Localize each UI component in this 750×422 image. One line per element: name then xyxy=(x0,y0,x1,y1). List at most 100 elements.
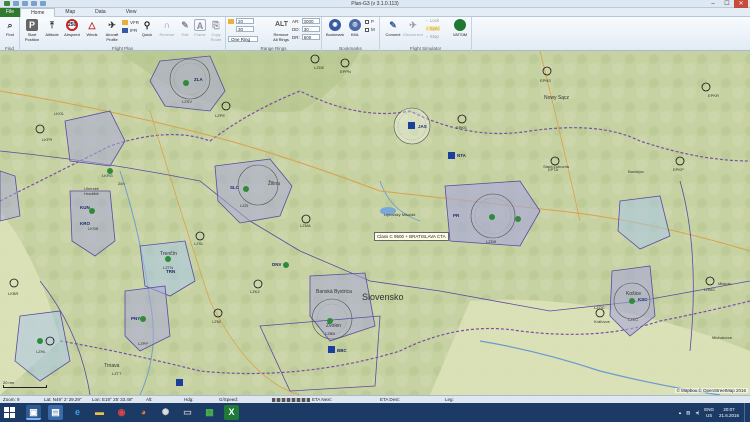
copy-route-button[interactable]: ⎘ Copy Route xyxy=(206,19,226,42)
lang-region: US xyxy=(705,412,713,418)
taskbar-app-explorer[interactable]: ▬ xyxy=(92,405,107,420)
lock-label: Lock xyxy=(429,18,440,23)
airport-code: LZDE xyxy=(314,65,325,70)
dd-input[interactable]: 30 xyxy=(301,26,320,32)
airport-code: LKSB xyxy=(88,226,99,231)
airport-icon[interactable] xyxy=(489,214,495,220)
zoom-readout[interactable]: Zoom: 9 xyxy=(3,396,20,403)
airport-code: EPKR xyxy=(708,93,719,98)
vor-icon-bbc[interactable] xyxy=(328,346,335,353)
sync-icon: ▫ xyxy=(426,26,428,31)
tab-data[interactable]: Data xyxy=(85,8,116,17)
quick-button[interactable]: ⚲ Quick xyxy=(137,19,157,37)
airport-icon[interactable] xyxy=(629,298,635,304)
ring-distance-1[interactable]: 20 xyxy=(228,18,254,24)
vor-icon-jas[interactable] xyxy=(408,122,415,129)
taskbar-app-excel[interactable]: X xyxy=(224,405,239,420)
volume-icon[interactable]: ◂) xyxy=(695,410,699,416)
taskbar-app-photos[interactable]: ▦ xyxy=(202,405,217,420)
vatsim-button[interactable]: VATSIM xyxy=(450,19,470,37)
airport-icon[interactable] xyxy=(89,208,95,214)
airport-icon[interactable] xyxy=(283,262,289,268)
firefox-icon: ◕ xyxy=(140,407,147,417)
check-p[interactable]: P xyxy=(365,19,374,24)
taskbar-app-plang[interactable]: ▣ xyxy=(26,405,41,420)
reverse-icon: ∩ xyxy=(163,20,171,30)
dr-label: DR: xyxy=(292,34,300,40)
network-icon[interactable]: ▥ xyxy=(686,410,690,416)
dr-input[interactable]: 600 xyxy=(301,34,320,40)
taskbar-app-save[interactable]: ▤ xyxy=(48,405,63,420)
bookmark-button[interactable]: ◉ Bookmark xyxy=(325,19,345,37)
tab-map[interactable]: Map xyxy=(55,8,85,17)
globe-icon: ◉ xyxy=(329,19,341,31)
check-m-box[interactable] xyxy=(365,27,369,32)
clock[interactable]: 20:07 21.6.2016 xyxy=(719,407,739,419)
city-label: Michalovce xyxy=(712,335,733,340)
altitude-button[interactable]: ⤒ Altitude xyxy=(42,19,62,37)
airport-icon[interactable] xyxy=(183,80,189,86)
start-position-button[interactable]: P Start Position xyxy=(22,19,42,42)
close-button[interactable]: ✕ xyxy=(734,0,748,8)
taskbar-app-ie[interactable]: e xyxy=(70,405,85,420)
ar-input[interactable]: 3000 xyxy=(301,18,320,24)
show-desktop-button[interactable] xyxy=(744,403,748,422)
ring-spacer xyxy=(228,27,234,32)
winds-button[interactable]: △ Winds xyxy=(82,19,102,37)
airspace-label: NTA xyxy=(457,153,466,158)
sync-option[interactable]: ▫ Sync xyxy=(426,26,440,31)
kml-label: KML xyxy=(350,32,360,37)
find-button[interactable]: ⌕ Find xyxy=(0,19,20,37)
map-view[interactable]: Slovensko Nowy Sącz Žilina Trenčín Bansk… xyxy=(0,51,750,395)
scale-bar-line xyxy=(3,385,47,388)
vor-icon-south[interactable] xyxy=(176,379,183,386)
tab-file[interactable]: File xyxy=(0,8,21,17)
taskbar-app-settings[interactable]: ✺ xyxy=(158,405,173,420)
aircraft-profile-button[interactable]: ✈ Aircraft Profile xyxy=(102,19,122,42)
ifr-toggle[interactable]: IFR xyxy=(122,28,137,33)
minimize-button[interactable]: – xyxy=(706,0,720,8)
map-canvas[interactable] xyxy=(0,51,750,395)
tab-home[interactable]: Home xyxy=(20,8,56,17)
tab-view[interactable]: View xyxy=(116,8,147,17)
map-attribution[interactable]: © Mapbox © OpenStreetMap 2016 xyxy=(674,388,748,393)
airspeed-button[interactable]: 250 Airspeed xyxy=(62,19,82,37)
city-label: Miskolc xyxy=(718,281,732,286)
stop-option[interactable]: ▫ Stop xyxy=(426,34,439,39)
taskbar-app-firefox[interactable]: ◕ xyxy=(136,405,151,420)
ring-distance-2-input[interactable]: 30 xyxy=(236,26,254,32)
airport-icon[interactable] xyxy=(140,316,146,322)
airport-code: LZSL xyxy=(194,241,204,246)
alt-button[interactable]: ALT Remove All Rings xyxy=(271,19,291,42)
frame-icon: A xyxy=(194,19,206,31)
vor-icon-nta[interactable] xyxy=(448,152,455,159)
airspace-label: ZLA xyxy=(194,77,203,82)
tray-arrow-icon[interactable]: ▴ xyxy=(679,410,681,416)
disconnect-button[interactable]: ✈ Disconnect xyxy=(403,19,423,37)
ring-distance-1-input[interactable]: 20 xyxy=(236,18,254,24)
check-m[interactable]: M xyxy=(365,27,375,32)
alt-row-dd: DD: 30 xyxy=(292,26,320,32)
taskbar-app-chrome[interactable]: ◉ xyxy=(114,405,129,420)
kml-button[interactable]: ◎ KML xyxy=(345,19,365,37)
language-indicator[interactable]: ENG US xyxy=(704,407,714,419)
airport-icon[interactable] xyxy=(515,216,521,222)
reverse-button[interactable]: ∩ Reverse xyxy=(157,19,177,37)
ring-distance-2[interactable]: 30 xyxy=(228,26,254,32)
airport-icon[interactable] xyxy=(243,186,249,192)
taskbar-app-cmd[interactable]: ▭ xyxy=(180,405,195,420)
maximize-button[interactable]: ☐ xyxy=(720,0,734,8)
start-button[interactable] xyxy=(4,407,15,418)
airspace-label: KUN xyxy=(80,205,90,210)
ring-count-select[interactable]: One Ring xyxy=(228,36,258,42)
airport-code: LZPE xyxy=(215,113,226,118)
check-p-box[interactable] xyxy=(365,19,369,24)
connect-icon: ✎ xyxy=(389,20,397,30)
city-label: Kráľovce xyxy=(594,319,610,324)
lock-option[interactable]: ▫ Lock xyxy=(426,18,439,23)
airport-icon[interactable] xyxy=(37,338,43,344)
warning-triangle-icon: △ xyxy=(88,20,96,30)
alt-readout: Alt: xyxy=(146,397,153,402)
airport-code: LZNI xyxy=(212,319,221,324)
connect-button[interactable]: ✎ Connect xyxy=(383,19,403,37)
